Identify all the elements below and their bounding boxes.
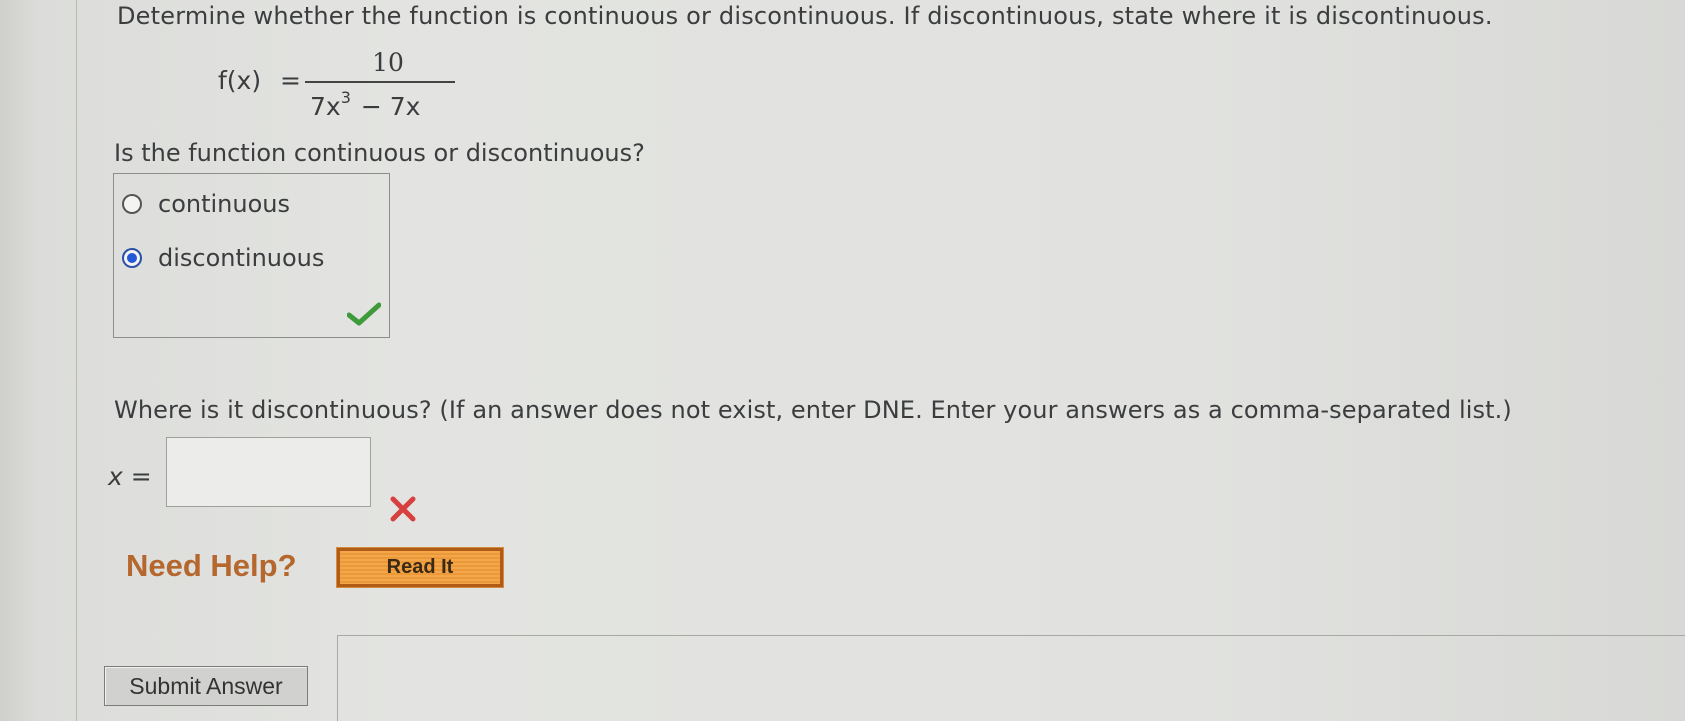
part2-prompt: Where is it discontinuous? (If an answer…: [114, 396, 1512, 424]
denominator-term-b: − 7x: [360, 92, 421, 121]
formula-equals: =: [280, 66, 301, 95]
question-text: Determine whether the function is contin…: [117, 2, 1493, 30]
read-it-button[interactable]: Read It: [336, 547, 504, 588]
option-continuous-label: continuous: [158, 190, 290, 218]
formula-lhs: f(x): [218, 66, 262, 95]
need-help-label: Need Help?: [126, 548, 297, 583]
denominator-term-a: 7x: [310, 92, 341, 121]
x-equals-label: x =: [108, 462, 152, 491]
formula-numerator: 10: [372, 48, 404, 77]
option-discontinuous-label: discontinuous: [158, 244, 325, 272]
answer-choices-box: continuous discontinuous: [113, 173, 390, 338]
part1-prompt: Is the function continuous or discontinu…: [114, 139, 645, 167]
correct-check-icon: [347, 302, 381, 326]
read-it-label: Read It: [386, 556, 454, 578]
submit-answer-button[interactable]: Submit Answer: [104, 666, 308, 706]
denominator-exponent: 3: [340, 88, 351, 107]
left-divider: [76, 0, 77, 721]
lower-panel: [337, 635, 1685, 721]
page-background: [0, 0, 1685, 721]
x-answer-input[interactable]: [166, 437, 371, 507]
radio-discontinuous[interactable]: [122, 248, 142, 268]
incorrect-cross-icon: [390, 496, 416, 522]
option-continuous[interactable]: continuous: [122, 190, 290, 218]
fraction-bar: [305, 81, 455, 83]
option-discontinuous[interactable]: discontinuous: [122, 244, 324, 272]
formula-denominator: 7x3 − 7x: [310, 88, 420, 121]
radio-continuous[interactable]: [122, 194, 142, 214]
